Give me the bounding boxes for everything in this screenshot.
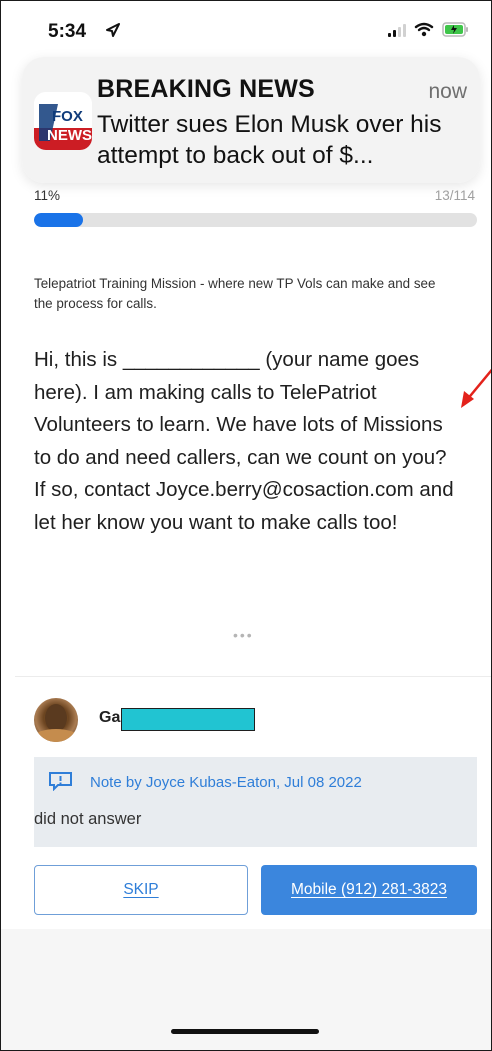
note-alert-icon [49, 772, 72, 791]
logo-text-bottom: NEWS [47, 127, 92, 144]
status-time: 5:34 [48, 21, 87, 42]
note-text: did not answer [34, 810, 142, 828]
progress-percent: 11% [34, 188, 61, 203]
red-arrow-annotation-icon [461, 368, 491, 408]
status-bar: 5:34 [1, 1, 491, 61]
notification-title: BREAKING NEWS [97, 75, 315, 103]
location-arrow-icon [106, 23, 120, 37]
contact-name: Ga [99, 709, 121, 726]
avatar [34, 698, 78, 742]
fox-news-logo: FOX NEWS [34, 92, 92, 150]
progress-bar [34, 213, 477, 227]
call-note: Note by Joyce Kubas-Eaton, Jul 08 2022 d… [34, 757, 477, 847]
more-ellipsis-button[interactable]: ••• [233, 627, 254, 643]
note-author: Note by Joyce Kubas-Eaton, Jul 08 2022 [90, 774, 362, 791]
progress-count: 13/114 [434, 188, 475, 203]
section-divider [15, 676, 491, 677]
skip-button[interactable]: SKIP [34, 865, 248, 915]
notification-time: now [428, 80, 467, 103]
call-script: Hi, this is ____________ (your name goes… [34, 348, 454, 534]
mission-description: Telepatriot Training Mission - where new… [34, 276, 436, 311]
progress-fill [34, 213, 83, 227]
home-indicator[interactable] [171, 1029, 319, 1034]
call-mobile-button[interactable]: Mobile (912) 281-3823 [261, 865, 477, 915]
signal-icon [388, 23, 406, 37]
wifi-icon [414, 22, 434, 37]
status-icons [388, 22, 469, 37]
phone-screen: 5:34 FOX NEWS BREAKING NEWS now Twitter … [0, 0, 492, 1051]
battery-icon [442, 22, 468, 37]
notification-body: Twitter sues Elon Musk over his attempt … [97, 111, 442, 169]
logo-text-top: FOX [52, 108, 83, 125]
redaction-box [121, 708, 255, 731]
breaking-news-notification[interactable]: FOX NEWS BREAKING NEWS now Twitter sues … [22, 57, 480, 183]
